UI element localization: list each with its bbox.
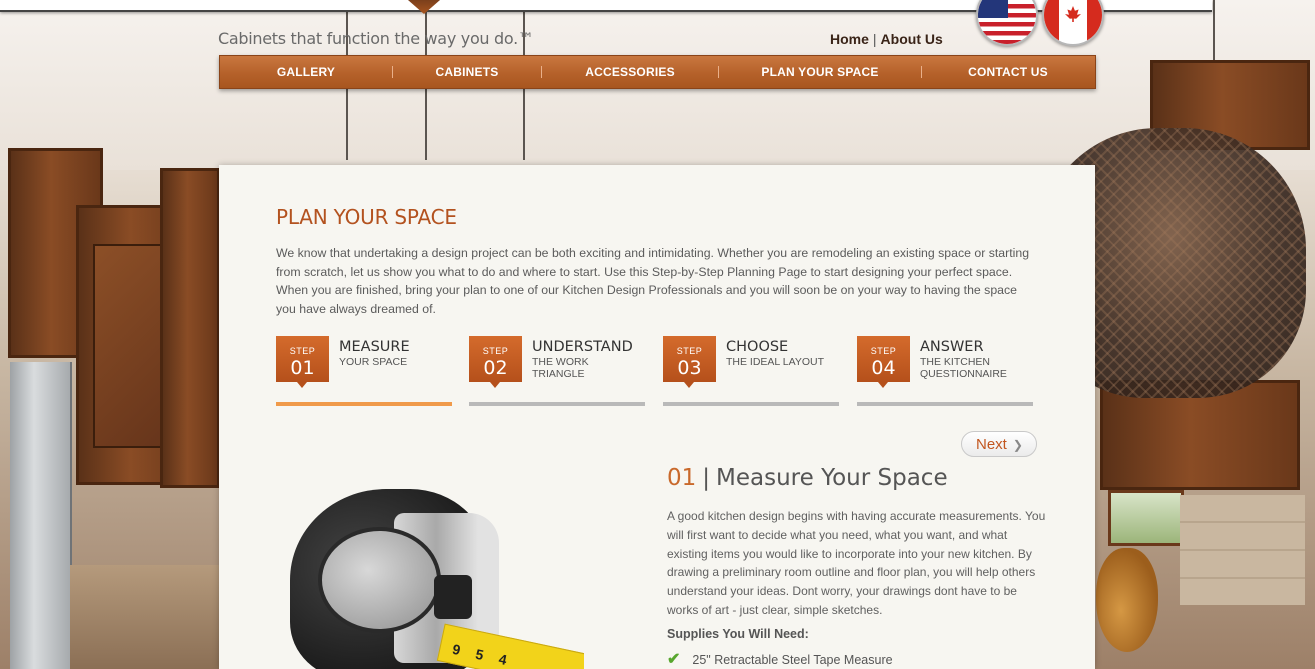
- home-link[interactable]: Home: [830, 31, 869, 47]
- top-links-separator: |: [872, 31, 877, 47]
- step-subtitle: YOUR SPACE: [339, 356, 408, 368]
- checkmark-icon: ✔: [667, 651, 681, 668]
- cabinet: [160, 168, 220, 488]
- step-underline: [276, 402, 452, 406]
- section-heading: Measure Your Space: [716, 465, 948, 491]
- step-tab-2[interactable]: STEP 02 UNDERSTAND THE WORK TRIANGLE: [469, 336, 645, 408]
- nav-contact-us[interactable]: CONTACT US: [922, 65, 1094, 79]
- content-card: PLAN YOUR SPACE We know that undertaking…: [219, 165, 1095, 669]
- section-body: A good kitchen design begins with having…: [667, 509, 1046, 617]
- step-badge: STEP 03: [663, 336, 716, 388]
- intro-text: We know that undertaking a design projec…: [276, 246, 1030, 316]
- nav-cabinets[interactable]: CABINETS: [393, 65, 541, 79]
- window: [1108, 490, 1184, 546]
- step-title: MEASURE: [339, 339, 410, 355]
- step-label: STEP: [289, 346, 316, 356]
- step-title: CHOOSE: [726, 339, 789, 355]
- page-title: PLAN YOUR SPACE: [276, 205, 457, 229]
- tape-measure-image: 9 5 4: [284, 475, 584, 669]
- step-underline: [469, 402, 645, 406]
- canada-flag-icon[interactable]: [1042, 0, 1104, 46]
- supplies-heading: Supplies You Will Need:: [667, 627, 809, 641]
- step-number: 04: [871, 357, 896, 379]
- step-underline: [663, 402, 839, 406]
- tagline: Cabinets that function the way you do.™: [218, 29, 534, 48]
- step-badge: STEP 01: [276, 336, 329, 388]
- us-flag-icon[interactable]: [976, 0, 1038, 46]
- step-label: STEP: [870, 346, 897, 356]
- refrigerator: [10, 362, 72, 669]
- step-underline: [857, 402, 1033, 406]
- step-subtitle: THE IDEAL LAYOUT: [726, 356, 825, 368]
- step-tab-4[interactable]: STEP 04 ANSWER THE KITCHEN QUESTIONNAIRE: [857, 336, 1033, 408]
- step-subtitle: THE WORK TRIANGLE: [532, 356, 589, 380]
- step-badge: STEP 04: [857, 336, 910, 388]
- step-tab-1[interactable]: STEP 01 MEASURE YOUR SPACE: [276, 336, 452, 408]
- main-nav: GALLERY CABINETS ACCESSORIES PLAN YOUR S…: [219, 55, 1096, 89]
- about-us-link[interactable]: About Us: [881, 31, 943, 47]
- step-number: 03: [677, 357, 702, 379]
- step-number: 02: [483, 357, 508, 379]
- step-subtitle: THE KITCHEN QUESTIONNAIRE: [920, 356, 1007, 380]
- section-number: 01: [667, 465, 697, 491]
- nav-plan-your-space[interactable]: PLAN YOUR SPACE: [719, 65, 921, 79]
- step-label: STEP: [482, 346, 509, 356]
- step-title: ANSWER: [920, 339, 984, 355]
- nav-gallery[interactable]: GALLERY: [220, 65, 392, 79]
- top-links: Home | About Us: [830, 31, 943, 47]
- step-number: 01: [290, 357, 315, 379]
- step-title: UNDERSTAND: [532, 339, 633, 355]
- supply-item: ✔ 25" Retractable Steel Tape Measure: [667, 649, 893, 669]
- countertop: [70, 565, 220, 669]
- step-badge: STEP 02: [469, 336, 522, 388]
- section-separator: |: [702, 465, 711, 491]
- chevron-right-icon: ❯: [1012, 438, 1023, 452]
- step-label: STEP: [676, 346, 703, 356]
- backsplash: [1180, 495, 1305, 605]
- nav-accessories[interactable]: ACCESSORIES: [542, 65, 718, 79]
- supply-item-label: 25" Retractable Steel Tape Measure: [692, 653, 893, 667]
- next-button[interactable]: Next ❯: [961, 431, 1037, 457]
- step-tab-3[interactable]: STEP 03 CHOOSE THE IDEAL LAYOUT: [663, 336, 839, 408]
- section-title: 01 | Measure Your Space: [667, 465, 948, 491]
- decorative-gourd: [1096, 548, 1158, 652]
- next-button-label: Next: [976, 436, 1007, 453]
